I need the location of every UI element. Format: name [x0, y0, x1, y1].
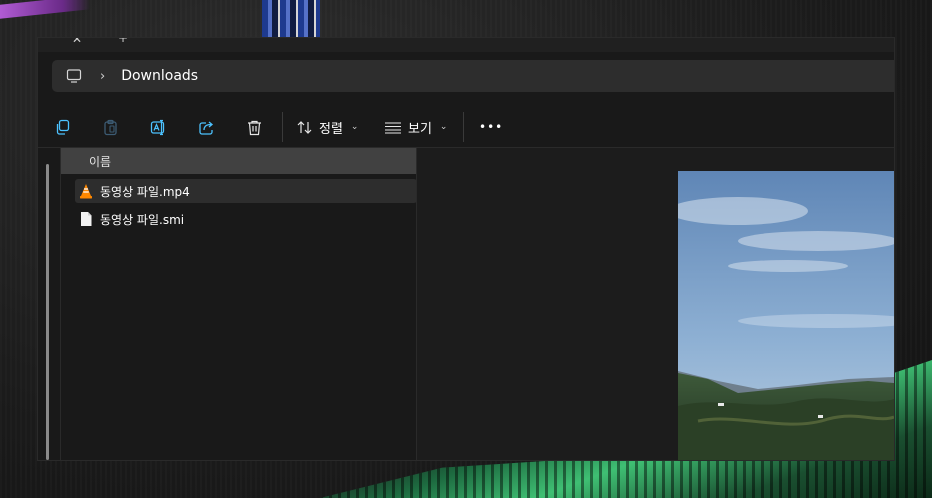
view-label: 보기: [408, 121, 432, 137]
trash-icon: [247, 120, 261, 135]
file-row-smi[interactable]: 동영상 파일.smi: [75, 207, 417, 231]
rename-button[interactable]: [145, 114, 171, 140]
share-icon: [198, 121, 213, 135]
navigation-pane: [38, 148, 60, 460]
file-explorer-window: ✕ + › Downloads 정렬 ⌄ 보기 ⌄ ••• 이름 동영상 파일.…: [38, 38, 894, 460]
tab-close-icon[interactable]: ✕: [72, 38, 82, 46]
file-row-mp4[interactable]: 동영상 파일.mp4: [75, 179, 417, 203]
wallpaper-blue-stripes: [262, 0, 320, 38]
file-name: 동영상 파일.mp4: [100, 184, 190, 199]
view-button[interactable]: 보기 ⌄: [384, 116, 447, 138]
document-icon: [81, 212, 92, 226]
column-header-row: 이름: [61, 148, 417, 174]
address-bar[interactable]: › Downloads: [52, 60, 894, 92]
chevron-down-icon: ⌄: [439, 122, 448, 132]
vlc-icon: [80, 184, 92, 199]
more-options-button[interactable]: •••: [479, 116, 503, 138]
paste-button[interactable]: [97, 114, 123, 140]
sort-label: 정렬: [319, 121, 343, 137]
monitor-icon[interactable]: [66, 68, 82, 84]
list-view-icon: [385, 121, 401, 134]
video-preview-image: [678, 171, 894, 460]
toolbar-separator: [282, 112, 283, 142]
sort-button[interactable]: 정렬 ⌄: [296, 116, 358, 138]
file-list-pane: 이름 동영상 파일.mp4 동영상 파일.smi: [60, 148, 417, 460]
rename-icon: [150, 119, 164, 135]
navigation-scrollbar[interactable]: [46, 164, 49, 460]
new-tab-icon[interactable]: +: [118, 38, 128, 45]
copy-button[interactable]: [49, 114, 75, 140]
chevron-right-icon[interactable]: ›: [100, 69, 105, 84]
copy-icon: [56, 119, 69, 135]
command-bar: 정렬 ⌄ 보기 ⌄ •••: [38, 108, 894, 144]
file-name: 동영상 파일.smi: [100, 212, 185, 227]
more-icon: •••: [479, 120, 504, 134]
share-button[interactable]: [193, 114, 219, 140]
breadcrumb-downloads[interactable]: Downloads: [121, 68, 198, 84]
preview-pane: [417, 148, 894, 460]
toolbar-separator: [463, 112, 464, 142]
delete-button[interactable]: [241, 114, 267, 140]
title-bar: ✕ +: [38, 38, 894, 52]
clipboard-icon: [103, 119, 117, 135]
column-header-name[interactable]: 이름: [89, 153, 111, 170]
chevron-down-icon: ⌄: [350, 122, 359, 132]
sort-icon: [297, 120, 312, 134]
